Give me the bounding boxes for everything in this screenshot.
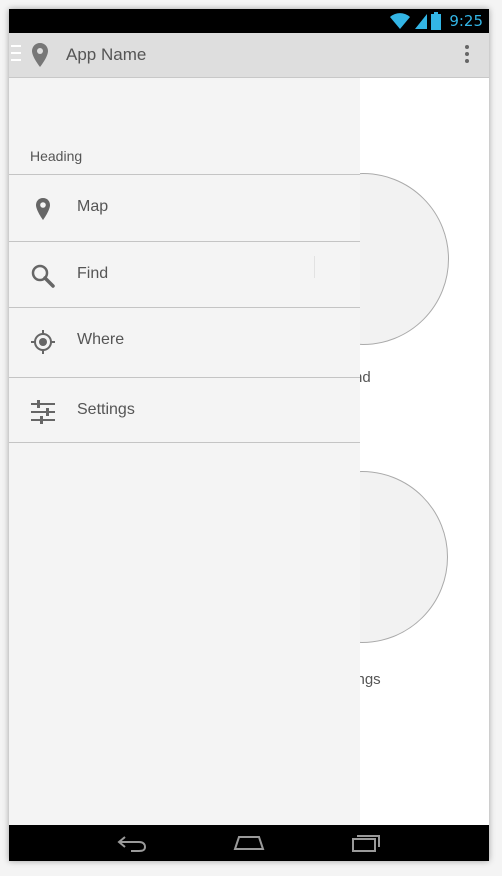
system-nav-bar <box>9 825 489 861</box>
drawer-item-label: Map <box>77 198 109 215</box>
status-icons: 9:25 <box>389 9 483 33</box>
signal-icon <box>415 14 428 29</box>
app-title: App Name <box>66 45 147 64</box>
action-bar: App Name <box>9 33 489 78</box>
drawer-heading: Heading <box>30 148 83 164</box>
drawer-item-label: Find <box>77 265 109 282</box>
divider <box>314 256 315 278</box>
divider <box>9 442 360 443</box>
overflow-menu-icon[interactable] <box>465 45 469 65</box>
map-pin-icon[interactable] <box>31 43 49 67</box>
status-bar: 9:25 <box>9 9 489 33</box>
crosshair-icon <box>31 330 55 354</box>
drawer-item-map[interactable]: Map <box>9 175 360 241</box>
drawer-item-where[interactable]: Where <box>9 308 360 374</box>
drawer-item-find[interactable]: Find <box>9 242 360 308</box>
map-pin-icon <box>36 198 50 220</box>
hamburger-icon[interactable] <box>11 45 21 65</box>
status-clock: 9:25 <box>449 12 483 30</box>
back-icon[interactable] <box>117 833 147 853</box>
home-icon[interactable] <box>233 833 265 853</box>
sliders-icon <box>31 400 55 424</box>
drawer-item-settings[interactable]: Settings <box>9 378 360 444</box>
wifi-icon <box>390 13 411 29</box>
battery-icon <box>431 12 442 30</box>
drawer-item-label: Where <box>77 331 125 348</box>
drawer-item-label: Settings <box>77 401 135 418</box>
recent-apps-icon[interactable] <box>351 833 381 853</box>
device-frame: 9:25 nd tings App Name Heading Map Find … <box>0 0 502 876</box>
phone-screen: 9:25 nd tings App Name Heading Map Find … <box>9 9 489 861</box>
navigation-drawer: Heading Map Find Where Settings <box>9 78 360 825</box>
search-icon <box>31 264 55 288</box>
